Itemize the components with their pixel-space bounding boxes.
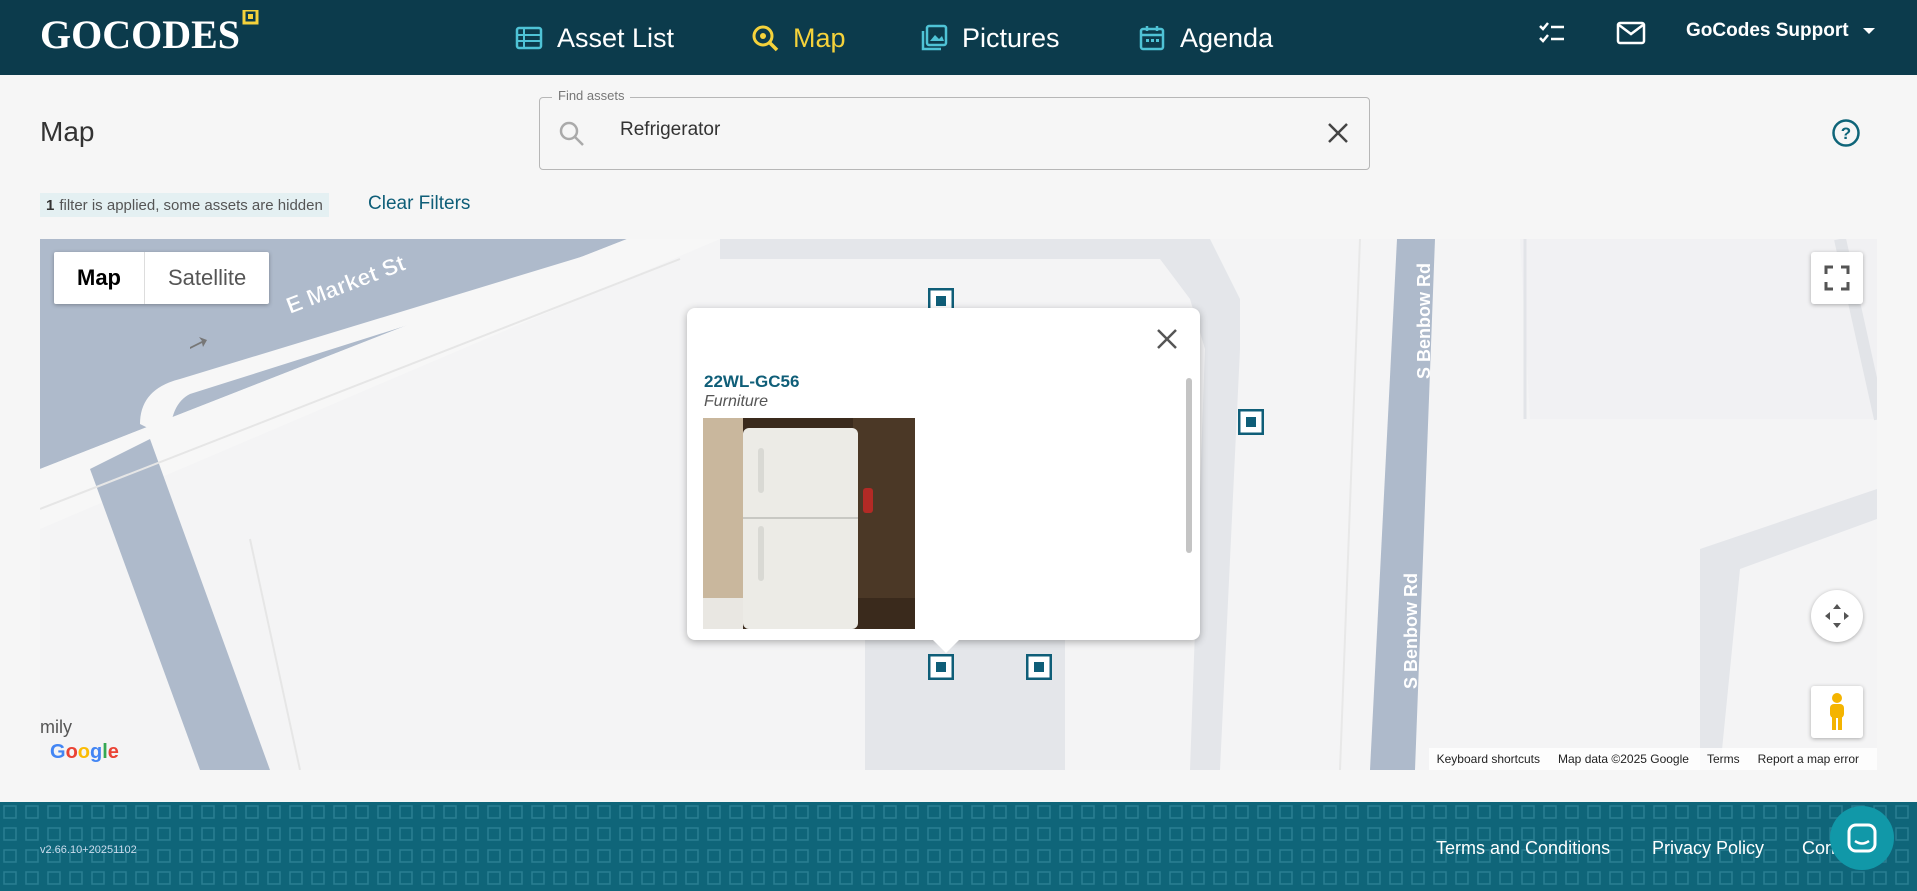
asset-marker[interactable]: [1026, 654, 1052, 680]
clear-filters-button[interactable]: Clear Filters: [368, 193, 470, 215]
terms-link[interactable]: Terms and Conditions: [1436, 838, 1610, 859]
nav-agenda[interactable]: Agenda: [1138, 18, 1273, 58]
camera-control-button[interactable]: [1811, 590, 1863, 642]
search-icon: [559, 121, 584, 146]
checklist-icon[interactable]: [1537, 18, 1567, 48]
close-icon[interactable]: [1325, 120, 1351, 146]
map-data-attribution: Map data ©2025 Google: [1558, 752, 1689, 766]
nav-agenda-label: Agenda: [1180, 22, 1274, 53]
pegman-icon: [1830, 693, 1844, 730]
map-attribution: Keyboard shortcuts Map data ©2025 Google…: [1428, 748, 1877, 770]
asset-category: Furniture: [704, 393, 769, 410]
map-poi-label-1: mily: [40, 717, 72, 737]
top-navbar: GOCODES Asset List Map Pictures Agenda G…: [0, 0, 1917, 75]
nav-pictures-label: Pictures: [962, 22, 1060, 53]
street-label-benbow-bottom: S Benbow Rd: [1401, 573, 1421, 689]
app-version: v2.66.10+20251102: [40, 844, 137, 856]
filter-notice: 1 filter is applied, some assets are hid…: [40, 193, 329, 217]
popup-scrollbar[interactable]: [1186, 378, 1192, 553]
pan-arrows-icon: [1825, 604, 1849, 628]
page-footer: v2.66.10+20251102 Terms and Conditions P…: [0, 802, 1917, 891]
svg-text:GOCODES: GOCODES: [40, 12, 240, 54]
street-label-benbow-top: S Benbow Rd: [1414, 263, 1434, 379]
nav-map-label: Map: [793, 22, 846, 53]
asset-photo[interactable]: [703, 418, 915, 629]
keyboard-shortcuts-link[interactable]: Keyboard shortcuts: [1437, 752, 1540, 766]
chat-launcher-button[interactable]: [1830, 806, 1894, 870]
nav-asset-list-label: Asset List: [557, 22, 675, 53]
fullscreen-icon: [1824, 265, 1850, 291]
search-input[interactable]: [618, 118, 1302, 142]
search-legend: Find assets: [552, 88, 631, 103]
list-icon: [515, 26, 543, 50]
google-logo: Google: [50, 741, 119, 763]
asset-marker[interactable]: [1238, 409, 1264, 435]
report-map-error-link[interactable]: Report a map error: [1758, 752, 1859, 766]
find-assets-field[interactable]: Find assets: [539, 88, 1370, 170]
gocodes-logo[interactable]: GOCODES: [40, 10, 260, 54]
nav-map[interactable]: Map: [751, 18, 846, 58]
fullscreen-button[interactable]: [1811, 252, 1863, 304]
chat-icon: [1847, 823, 1877, 853]
map-poi-label: mily: [40, 717, 72, 738]
asset-marker-selected[interactable]: [928, 654, 954, 680]
map-type-satellite[interactable]: Satellite: [145, 252, 269, 304]
nav-pictures[interactable]: Pictures: [920, 18, 1060, 58]
filter-count: 1: [46, 196, 55, 214]
user-name: GoCodes Support: [1686, 20, 1849, 41]
svg-text:?: ?: [1841, 124, 1851, 143]
pictures-icon: [921, 24, 948, 51]
asset-id-link[interactable]: 22WL-GC56: [704, 372, 799, 392]
street-view-button[interactable]: [1811, 686, 1863, 738]
nav-asset-list[interactable]: Asset List: [515, 18, 674, 58]
close-icon[interactable]: [1154, 326, 1180, 352]
calendar-icon: [1139, 26, 1165, 51]
map-canvas[interactable]: E Market St S Benbow Rd S Benbow Rd mily…: [40, 239, 1877, 770]
privacy-link[interactable]: Privacy Policy: [1652, 838, 1764, 859]
map-type-control: Map Satellite: [54, 252, 270, 304]
map-type-map[interactable]: Map: [54, 252, 145, 304]
map-terms-link[interactable]: Terms: [1707, 752, 1740, 766]
mail-icon[interactable]: [1616, 18, 1646, 48]
help-icon[interactable]: ?: [1831, 118, 1861, 148]
page-title: Map: [40, 116, 95, 147]
user-menu[interactable]: GoCodes Support: [1686, 20, 1875, 42]
footer-pattern: [0, 802, 1917, 891]
popup-tail: [932, 639, 960, 653]
asset-info-popup: 22WL-GC56 Furniture: [687, 308, 1200, 653]
chevron-down-icon: [1862, 28, 1875, 34]
filter-text: filter is applied, some assets are hidde…: [59, 196, 323, 214]
map-search-icon: [752, 25, 779, 52]
